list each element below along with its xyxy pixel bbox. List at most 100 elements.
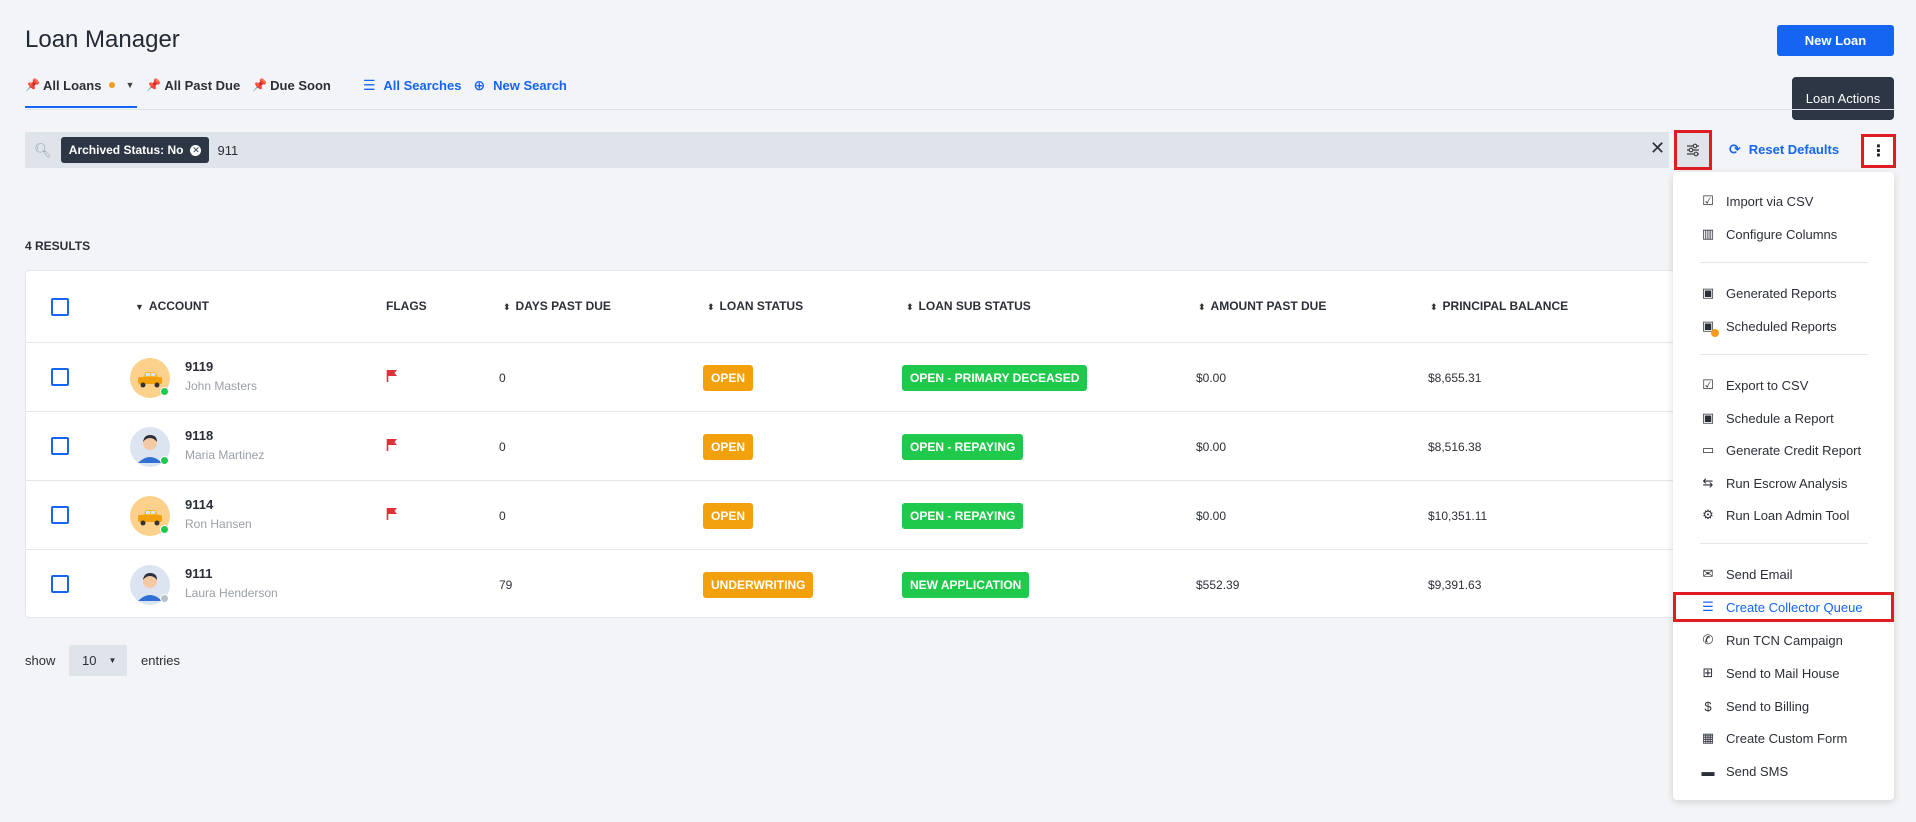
borrower-name: Maria Martinez — [185, 448, 265, 462]
sort-desc-icon: ▼ — [135, 302, 144, 312]
table-row[interactable]: 9119 John Masters 0 OPEN OPEN - PRIMARY DECE… — [26, 343, 1684, 412]
flag-icon[interactable] — [386, 369, 398, 387]
account-number[interactable]: 9111 — [185, 566, 213, 581]
menu-item-export-to-csv[interactable]: ☑ Export to CSV — [1673, 370, 1894, 400]
clear-search-icon[interactable]: ✕ — [1650, 138, 1665, 159]
column-amount-past-due[interactable]: ⬍ AMOUNT PAST DUE — [1198, 299, 1326, 313]
table-header: ▼ ACCOUNT FLAGS ⬍ DAYS PAST DUE ⬍ LOAN STAT… — [26, 271, 1684, 343]
days-past-due: 79 — [499, 578, 513, 592]
page-size-select[interactable]: 10 ▼ — [69, 645, 127, 676]
avatar — [130, 358, 170, 398]
menu-item-configure-columns[interactable]: ▥ Configure Columns — [1673, 219, 1894, 249]
report-scheduled-icon: ▣ — [1700, 318, 1719, 337]
loan-actions-tooltip: Loan Actions — [1792, 77, 1894, 120]
column-loan-status[interactable]: ⬍ LOAN STATUS — [707, 299, 803, 313]
new-search-link[interactable]: ⊕ New Search — [473, 74, 566, 96]
filter-settings-button[interactable] — [1674, 130, 1712, 170]
menu-item-send-to-billing[interactable]: $ Send to Billing — [1673, 691, 1894, 721]
table-row[interactable]: 9111 Laura Henderson 79 UNDERWRITING NEW APP… — [26, 550, 1684, 617]
close-icon[interactable]: ✕ — [190, 144, 202, 156]
loan-actions-button[interactable]: ⋮ — [1861, 134, 1896, 168]
menu-item-import-via-csv[interactable]: ☑ Import via CSV — [1673, 186, 1894, 216]
export-icon: ☑ — [1702, 377, 1714, 392]
flag-icon[interactable] — [386, 507, 398, 525]
search-input[interactable]: 911 — [217, 143, 238, 158]
column-loan-sub-status[interactable]: ⬍ LOAN SUB STATUS — [906, 299, 1031, 313]
menu-item-label: Create Custom Form — [1726, 730, 1848, 746]
show-label: show — [25, 653, 56, 668]
loan-status-badge: OPEN — [703, 434, 754, 460]
chat-icon: ▬ — [1701, 763, 1715, 779]
amount-past-due: $0.00 — [1196, 509, 1227, 523]
reset-defaults-button[interactable]: ⟳ Reset Defaults — [1729, 141, 1839, 158]
presence-dot — [160, 525, 169, 534]
account-number[interactable]: 9114 — [185, 497, 213, 512]
tab-all-past-due[interactable]: 📌 All Past Due — [146, 74, 240, 96]
account-number[interactable]: 9118 — [185, 428, 213, 443]
menu-item-label: Run TCN Campaign — [1726, 632, 1843, 648]
menu-item-label: Generated Reports — [1726, 285, 1837, 301]
row-checkbox[interactable] — [51, 368, 69, 386]
menu-item-label: Send SMS — [1726, 763, 1789, 779]
menu-item-label: Schedule a Report — [1726, 410, 1834, 426]
row-checkbox[interactable] — [51, 437, 69, 455]
borrower-name: Laura Henderson — [185, 586, 278, 600]
menu-item-run-tcn-campaign[interactable]: ✆ Run TCN Campaign — [1673, 625, 1894, 655]
days-past-due: 0 — [499, 509, 506, 523]
menu-item-run-loan-admin-tool[interactable]: ⚙ Run Loan Admin Tool — [1673, 500, 1894, 530]
presence-dot — [160, 594, 169, 603]
tab-all-loans[interactable]: 📌 All Loans ▼ — [25, 74, 134, 96]
menu-item-scheduled-reports[interactable]: ▣ Scheduled Reports — [1673, 311, 1894, 341]
menu-item-send-to-mail-house[interactable]: ⊞ Send to Mail House — [1673, 658, 1894, 688]
menu-item-send-sms[interactable]: ▬ Send SMS — [1673, 756, 1894, 786]
menu-item-generate-credit-report[interactable]: ▭ Generate Credit Report — [1673, 435, 1894, 465]
pin-icon: 📌 — [25, 78, 40, 92]
menu-item-generated-reports[interactable]: ▣ Generated Reports — [1673, 278, 1894, 308]
menu-item-run-escrow-analysis[interactable]: ⇆ Run Escrow Analysis — [1673, 468, 1894, 498]
all-searches-link[interactable]: ☰ All Searches — [363, 74, 462, 96]
plus-circle-icon: ⊕ — [473, 76, 486, 93]
tab-due-soon[interactable]: 📌 Due Soon — [252, 74, 331, 96]
table-row[interactable]: 9118 Maria Martinez 0 OPEN OPEN - REPAYING $0… — [26, 412, 1684, 481]
search-bar[interactable]: 🔍︎ Archived Status: No ✕ 911 — [25, 132, 1669, 168]
filter-chip-archived[interactable]: Archived Status: No ✕ — [60, 137, 210, 163]
principal-balance: $8,516.38 — [1428, 440, 1482, 454]
reset-defaults-label: Reset Defaults — [1748, 142, 1840, 157]
tab-label: All Past Due — [164, 77, 241, 93]
amount-past-due: $0.00 — [1196, 440, 1227, 454]
avatar — [130, 565, 170, 605]
flag-icon[interactable] — [386, 438, 398, 456]
presence-dot — [160, 387, 169, 396]
loan-sub-status-badge: OPEN - REPAYING — [902, 434, 1024, 460]
search-icon: 🔍︎ — [34, 141, 52, 158]
new-search-label: New Search — [493, 77, 567, 93]
amount-past-due: $0.00 — [1196, 371, 1227, 385]
column-account[interactable]: ▼ ACCOUNT — [135, 299, 209, 313]
menu-item-label: Run Escrow Analysis — [1726, 475, 1848, 491]
columns-icon: ▥ — [1701, 226, 1715, 241]
page-title: Loan Manager — [25, 26, 180, 53]
chevron-down-icon: ▼ — [108, 656, 117, 665]
loan-sub-status-badge: OPEN - PRIMARY DECEASED — [902, 365, 1088, 391]
tab-label: All Loans — [42, 77, 102, 93]
account-number[interactable]: 9119 — [185, 359, 213, 374]
table-row[interactable]: 9114 Ron Hansen 0 OPEN OPEN - REPAYING $0.00 $… — [26, 481, 1684, 550]
menu-divider — [1700, 262, 1868, 263]
new-loan-button[interactable]: New Loan — [1777, 25, 1894, 56]
pin-icon: 📌 — [146, 78, 162, 92]
menu-item-label: Import via CSV — [1726, 193, 1814, 209]
menu-item-schedule-a-report[interactable]: ▣ Schedule a Report — [1673, 403, 1894, 433]
row-checkbox[interactable] — [51, 575, 69, 593]
menu-item-label: Send to Mail House — [1726, 665, 1840, 681]
column-principal-balance[interactable]: ⬍ PRINCIPAL BALANCE — [1430, 299, 1568, 313]
chevron-down-icon[interactable]: ▼ — [125, 80, 134, 90]
column-label: AMOUNT PAST DUE — [1210, 299, 1327, 313]
row-checkbox[interactable] — [51, 506, 69, 524]
loan-status-badge: OPEN — [703, 503, 754, 529]
select-all-checkbox[interactable] — [51, 298, 69, 316]
menu-item-send-email[interactable]: ✉ Send Email — [1673, 559, 1894, 589]
column-days-past-due[interactable]: ⬍ DAYS PAST DUE — [503, 299, 611, 313]
column-flags: FLAGS — [386, 299, 427, 313]
menu-item-create-collector-queue[interactable]: ☰ Create Collector Queue — [1673, 592, 1894, 622]
menu-item-create-custom-form[interactable]: ▦ Create Custom Form — [1673, 723, 1894, 753]
